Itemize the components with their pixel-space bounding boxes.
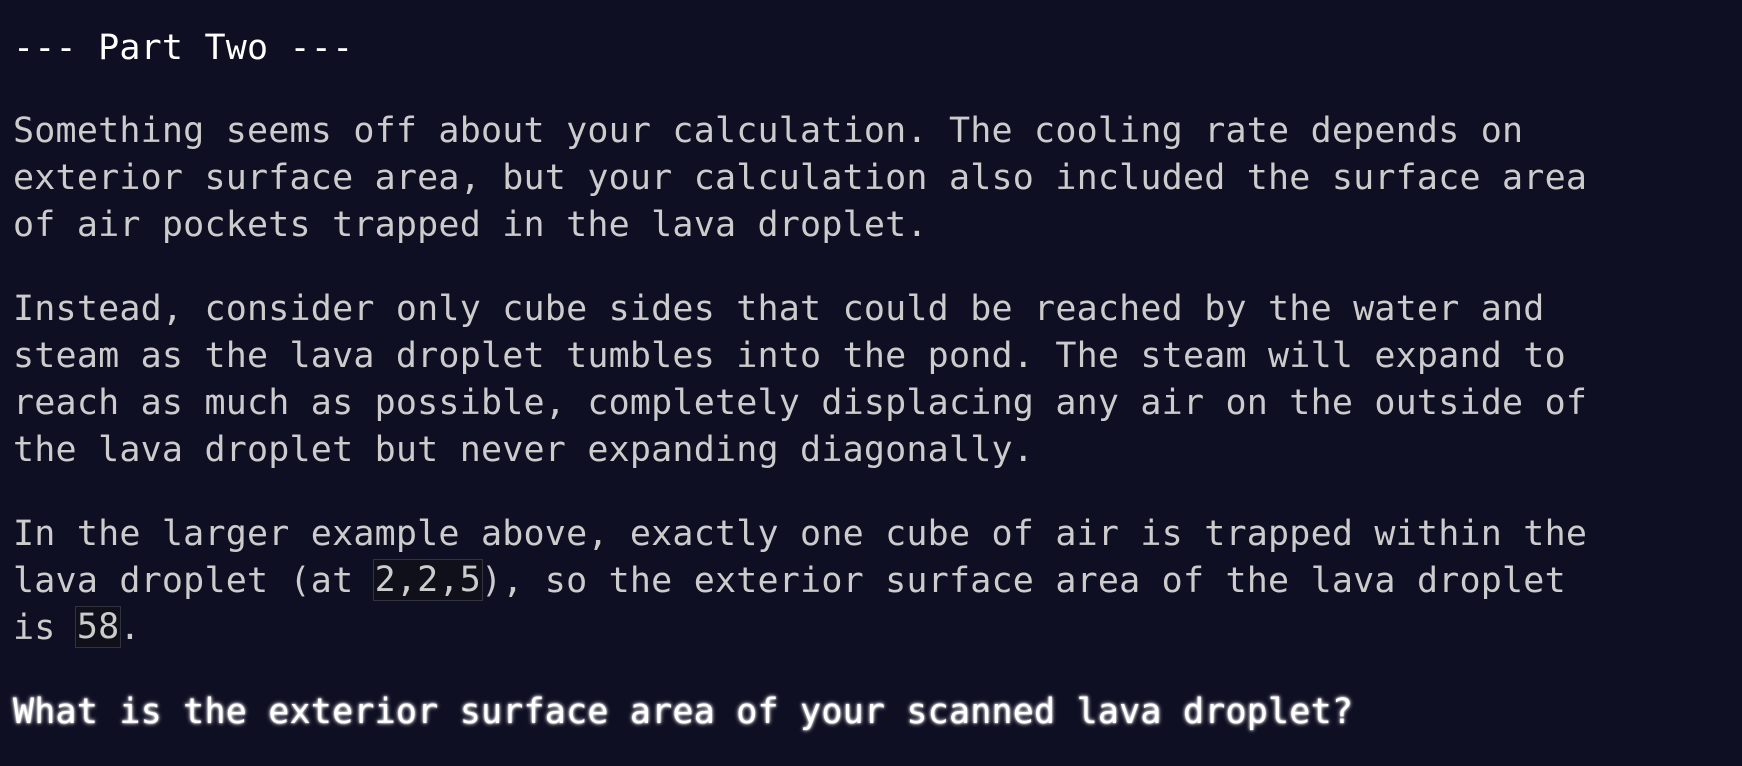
text-line: of air pockets trapped in the lava dropl… [13, 205, 928, 245]
paragraph-instead: Instead, consider only cube sides that c… [13, 286, 1742, 474]
text-line: Instead, consider only cube sides that c… [13, 289, 1545, 329]
text-line: the lava droplet but never expanding dia… [13, 430, 1035, 470]
text-line: steam as the lava droplet tumbles into t… [13, 336, 1566, 376]
text-line: is 58. [13, 605, 1742, 652]
text-line: reach as much as possible, completely di… [13, 383, 1588, 423]
text-segment: . [119, 608, 141, 648]
paragraph-example: In the larger example above, exactly one… [13, 511, 1742, 652]
paragraph-calculation-off: Something seems off about your calculati… [13, 108, 1742, 249]
puzzle-article: --- Part Two --- Something seems off abo… [0, 0, 1742, 766]
text-line: In the larger example above, exactly one… [13, 514, 1588, 554]
text-segment: lava droplet (at [13, 561, 375, 601]
question-text: What is the exterior surface area of you… [13, 692, 1354, 732]
inline-code-coordinate: 2,2,5 [372, 559, 483, 601]
text-line: lava droplet (at 2,2,5), so the exterior… [13, 558, 1742, 605]
part-two-heading: --- Part Two --- [13, 28, 354, 68]
inline-code-answer: 58 [74, 606, 122, 648]
text-line: Something seems off about your calculati… [13, 111, 1524, 151]
text-segment: is [13, 608, 77, 648]
text-line: exterior surface area, but your calculat… [13, 158, 1588, 198]
text-segment: ), so the exterior surface area of the l… [480, 561, 1566, 601]
